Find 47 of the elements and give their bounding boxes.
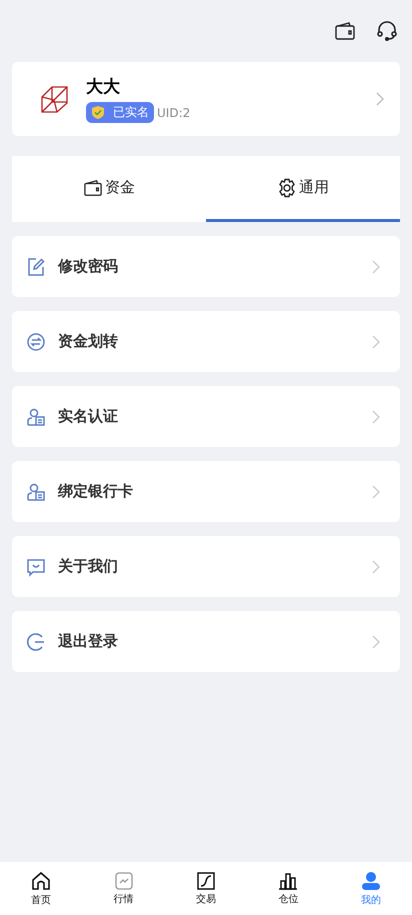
- bar-chart-icon: [278, 872, 298, 890]
- id-card-icon: [26, 482, 46, 502]
- menu-item-label: 退出登录: [58, 632, 119, 651]
- menu-item[interactable]: 关于我们: [12, 536, 400, 597]
- settings-icon: [277, 178, 297, 198]
- menu-item[interactable]: 实名认证: [12, 386, 400, 447]
- nav-item[interactable]: 首页: [0, 862, 82, 915]
- tab[interactable]: 通用: [206, 156, 400, 222]
- chevron-right-icon: [372, 560, 380, 574]
- chevron-right-icon: [376, 92, 384, 106]
- nav-item[interactable]: 我的: [330, 862, 412, 915]
- chevron-right-icon: [372, 334, 380, 348]
- wallet-icon: [83, 178, 103, 196]
- menu-item[interactable]: 资金划转: [12, 311, 400, 372]
- home-icon: [31, 870, 52, 890]
- menu-item[interactable]: 退出登录: [12, 611, 400, 672]
- chevron-right-icon: [372, 484, 380, 498]
- menu-item-label: 绑定银行卡: [58, 482, 134, 501]
- id-card-icon: [26, 406, 46, 426]
- transfer-icon: [26, 332, 46, 352]
- menu-item-label: 资金划转: [58, 332, 119, 351]
- chart-icon: [114, 872, 133, 890]
- wallet-icon[interactable]: [334, 21, 356, 41]
- user-id: UID:2: [157, 106, 190, 120]
- verified-badge: 已实名: [86, 102, 154, 123]
- menu-item-label: 修改密码: [58, 257, 119, 276]
- person-icon: [360, 870, 381, 890]
- menu-item-label: 关于我们: [58, 557, 119, 576]
- chevron-right-icon: [372, 634, 380, 648]
- menu-item[interactable]: 绑定银行卡: [12, 461, 400, 522]
- chevron-right-icon: [372, 410, 380, 424]
- tab[interactable]: 资金: [12, 156, 206, 222]
- profile-card[interactable]: 大大 已实名 UID:2: [12, 62, 400, 136]
- headset-icon[interactable]: [376, 20, 398, 42]
- logo-icon: [40, 85, 70, 113]
- trade-icon: [197, 872, 216, 890]
- chevron-right-icon: [372, 260, 380, 274]
- shield-icon: [91, 105, 105, 120]
- nav-item[interactable]: 交易: [164, 862, 248, 915]
- menu-item-label: 实名认证: [58, 407, 119, 426]
- nav-item[interactable]: 行情: [82, 862, 165, 915]
- logout-icon: [26, 632, 46, 652]
- user-name: 大大: [86, 76, 121, 98]
- nav-item[interactable]: 仓位: [247, 862, 330, 915]
- edit-icon: [26, 256, 46, 276]
- menu-item[interactable]: 修改密码: [12, 236, 400, 297]
- message-icon: [26, 556, 46, 576]
